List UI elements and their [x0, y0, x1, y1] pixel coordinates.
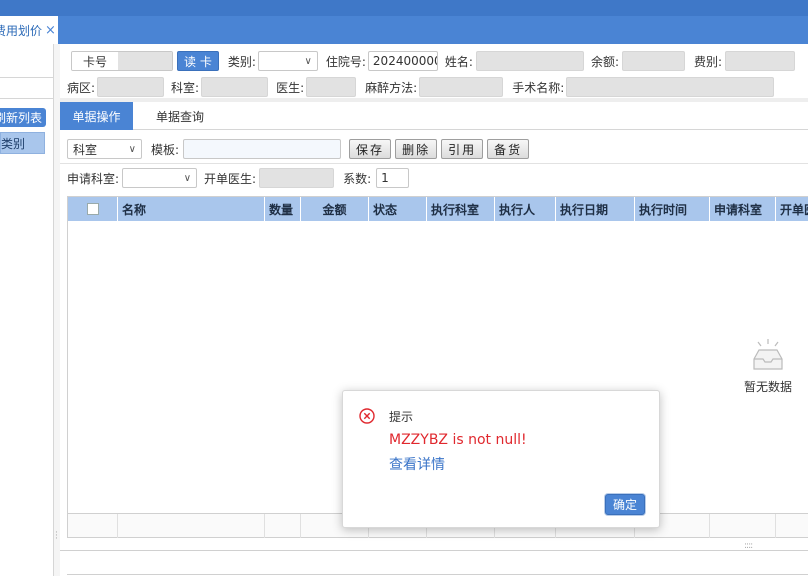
- coefficient-input[interactable]: 1: [376, 168, 410, 188]
- balance-field: [622, 51, 686, 71]
- admission-number-field[interactable]: 202400000: [367, 51, 438, 71]
- refresh-list-button[interactable]: 刷新列表: [0, 108, 46, 127]
- surgery-name-label: 手术名称:: [512, 80, 565, 95]
- left-panel: 刷新列表 类别: [0, 44, 54, 576]
- error-dialog: 提示 MZZYBZ is not null! 查看详情 确定: [342, 390, 660, 528]
- select-all-checkbox[interactable]: [86, 203, 99, 215]
- error-circle-icon: [359, 408, 375, 424]
- category-select[interactable]: ∨: [257, 51, 318, 71]
- divider: [60, 550, 808, 551]
- divider: [0, 98, 53, 99]
- divider: [0, 77, 53, 78]
- table-header: 名称 数量 金额 状态 执行科室 执行人 执行日期 执行时间 申请科室 开单医生: [68, 197, 808, 221]
- empty-state: 暂无数据: [728, 337, 808, 395]
- column-header[interactable]: 状态: [369, 197, 427, 221]
- admission-number-label: 住院号:: [325, 54, 366, 69]
- anesthesia-label: 麻醉方法:: [365, 80, 418, 95]
- divider: [60, 163, 808, 164]
- read-card-button[interactable]: 读 卡: [177, 51, 219, 71]
- chevron-down-icon: ∨: [128, 143, 136, 155]
- chevron-down-icon: ∨: [304, 55, 312, 67]
- fee-type-field: [725, 51, 796, 71]
- column-header[interactable]: 数量: [265, 197, 301, 221]
- quote-button[interactable]: 引用: [441, 139, 484, 159]
- patient-info-row-2: 病区: 科室: 医生: 麻醉方法: 手术名称:: [67, 75, 775, 99]
- view-details-link[interactable]: 查看详情: [389, 454, 445, 474]
- tab-label: 费用划价: [0, 23, 43, 38]
- sub-tab-bar: 单据操作 单据查询: [60, 102, 808, 130]
- dept-label: 科室:: [171, 80, 200, 95]
- card-type-label: 卡号: [72, 52, 118, 70]
- tab-close-icon[interactable]: ×: [45, 23, 56, 38]
- patient-info-row-1: 卡号 读 卡 类别: ∨ 住院号: 202400000 姓名: 余额: 费别:: [71, 49, 796, 73]
- dialog-title: 提示: [389, 410, 414, 424]
- doctor-label: 医生:: [276, 80, 305, 95]
- column-header[interactable]: 申请科室: [710, 197, 776, 221]
- dialog-message: MZZYBZ is not null!: [389, 432, 527, 448]
- anesthesia-field: [419, 77, 504, 97]
- coefficient-label: 系数:: [343, 171, 372, 186]
- delete-button[interactable]: 删除: [395, 139, 438, 159]
- template-label: 模板:: [151, 142, 180, 157]
- column-header[interactable]: 执行时间: [635, 197, 710, 221]
- name-label: 姓名:: [444, 54, 473, 69]
- request-row: 申请科室: ∨ 开单医生: 系数: 1: [67, 166, 410, 190]
- column-header[interactable]: 开单医生: [776, 197, 808, 221]
- doctor-field: [306, 77, 357, 97]
- toolbar-row: 科室 ∨ 模板: 保存 删除 引用 备货: [67, 137, 530, 161]
- column-header[interactable]: 名称: [118, 197, 265, 221]
- empty-state-label: 暂无数据: [743, 380, 792, 394]
- name-field: [475, 51, 584, 71]
- dept-select[interactable]: 科室 ∨: [67, 139, 142, 159]
- dept-field: [201, 77, 269, 97]
- tab-bill-query[interactable]: 单据查询: [140, 102, 220, 130]
- column-header[interactable]: 执行科室: [427, 197, 495, 221]
- ward-field: [97, 77, 165, 97]
- column-header[interactable]: 金额: [301, 197, 369, 221]
- save-button[interactable]: 保存: [349, 139, 392, 159]
- stock-button[interactable]: 备货: [487, 139, 530, 159]
- dept-select-value: 科室: [73, 142, 98, 157]
- tab-bill-operation[interactable]: 单据操作: [60, 102, 133, 130]
- tab-bar: [0, 16, 808, 44]
- divider: [67, 574, 808, 575]
- empty-box-icon: [753, 339, 783, 370]
- template-input[interactable]: [183, 139, 342, 159]
- select-all-header: [68, 197, 118, 221]
- fee-type-label: 费别:: [694, 54, 723, 69]
- surgery-name-field: [566, 77, 775, 97]
- sidebar-item-category[interactable]: 类别: [0, 132, 45, 154]
- column-header[interactable]: 执行人: [495, 197, 556, 221]
- balance-label: 余额:: [590, 54, 620, 69]
- category-label: 类别:: [227, 54, 256, 69]
- chevron-down-icon: ∨: [183, 172, 192, 184]
- splitter-handle-icon: · · ·: [55, 528, 58, 544]
- order-doctor-label: 开单医生:: [204, 171, 257, 186]
- request-dept-label: 申请科室:: [67, 171, 120, 186]
- column-header[interactable]: 执行日期: [556, 197, 635, 221]
- top-strip: [0, 0, 808, 16]
- order-doctor-field: [259, 168, 335, 188]
- ok-button[interactable]: 确定: [605, 494, 645, 515]
- request-dept-select[interactable]: ∨: [122, 168, 198, 188]
- tab-fee-pricing[interactable]: 费用划价 ×: [0, 16, 58, 44]
- card-number-field[interactable]: 卡号: [71, 51, 173, 71]
- card-number-input[interactable]: [118, 52, 172, 70]
- ward-label: 病区:: [67, 80, 96, 95]
